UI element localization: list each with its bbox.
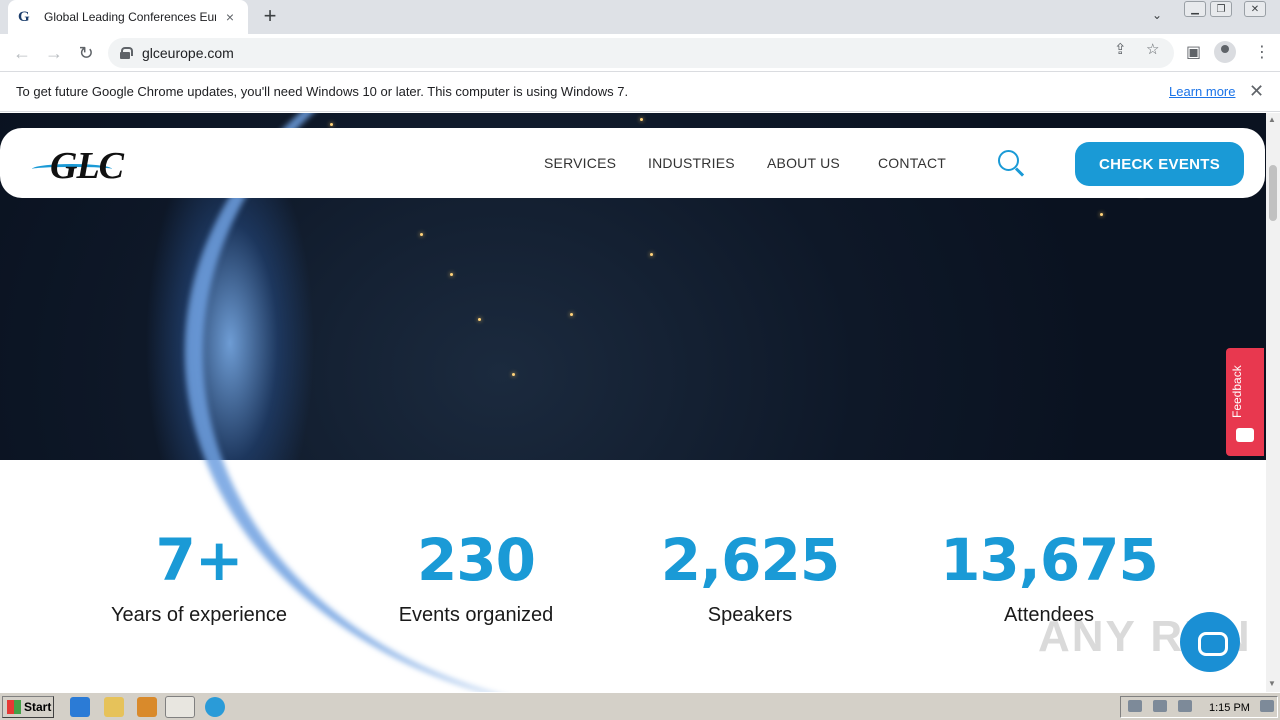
start-label: Start — [24, 700, 52, 714]
start-button[interactable]: Start — [2, 696, 54, 718]
stat-value: 7+ — [155, 526, 244, 594]
feedback-smiley-icon — [1236, 428, 1254, 442]
city-light — [330, 123, 333, 126]
scroll-up-icon[interactable]: ▲ — [1268, 115, 1276, 124]
browser-toolbar: ← → ↻ glceurope.com ⇪ ☆ ▣ ⋮ — [0, 34, 1280, 72]
media-player-icon[interactable] — [137, 697, 157, 717]
nav-contact[interactable]: CONTACT — [878, 155, 946, 171]
stat-label: Events organized — [398, 604, 554, 626]
learn-more-link[interactable]: Learn more — [1169, 84, 1235, 99]
stat-value: 2,625 — [660, 526, 840, 594]
edge-icon[interactable] — [205, 697, 225, 717]
bookmark-star-icon[interactable]: ☆ — [1146, 40, 1159, 58]
check-events-button[interactable]: CHECK EVENTS — [1075, 142, 1244, 186]
infobar-message: To get future Google Chrome updates, you… — [16, 84, 629, 99]
volume-icon[interactable] — [1128, 700, 1142, 712]
city-light — [650, 253, 653, 256]
address-bar[interactable]: glceurope.com — [108, 38, 1174, 68]
restore-button[interactable]: ❐ — [1210, 1, 1232, 17]
scroll-down-icon[interactable]: ▼ — [1268, 679, 1276, 688]
windows-flag-icon — [7, 700, 21, 714]
tab-search-chevron-icon[interactable]: ⌄ — [1152, 8, 1162, 22]
show-desktop-icon[interactable] — [1260, 700, 1274, 712]
browser-tab[interactable]: G Global Leading Conferences Europe × — [8, 0, 248, 34]
forward-arrow-icon[interactable]: → — [41, 40, 67, 66]
back-arrow-icon[interactable]: ← — [9, 40, 35, 66]
chat-bubble-icon[interactable] — [1180, 612, 1240, 672]
site-header: GLC SERVICES INDUSTRIES ABOUT US CONTACT… — [0, 128, 1265, 198]
city-light — [450, 273, 453, 276]
feedback-label: Feedback — [1230, 365, 1244, 418]
city-light — [570, 313, 573, 316]
minimize-button[interactable]: ▁ — [1184, 1, 1206, 17]
city-light — [512, 373, 515, 376]
close-window-button[interactable]: ✕ — [1244, 1, 1266, 17]
page-viewport: GLC SERVICES INDUSTRIES ABOUT US CONTACT… — [0, 113, 1266, 692]
system-tray — [1120, 696, 1278, 718]
network-icon[interactable] — [1153, 700, 1167, 712]
explorer-folder-icon[interactable] — [104, 697, 124, 717]
update-infobar: To get future Google Chrome updates, you… — [0, 72, 1280, 112]
stat-years: 7+ Years of experience — [69, 528, 329, 627]
clock[interactable]: 1:15 PM — [1209, 702, 1250, 714]
city-light — [1100, 213, 1103, 216]
share-icon[interactable]: ⇪ — [1114, 40, 1127, 58]
city-light — [478, 318, 481, 321]
windows-taskbar: Start 1:15 PM — [0, 692, 1280, 720]
url-text[interactable]: glceurope.com — [142, 45, 234, 61]
tab-strip: G Global Leading Conferences Europe × + … — [0, 0, 1280, 34]
stat-value: 230 — [416, 526, 536, 594]
reload-icon[interactable]: ↻ — [73, 40, 99, 66]
nav-services[interactable]: SERVICES — [544, 155, 616, 171]
side-panel-icon[interactable]: ▣ — [1186, 42, 1201, 62]
new-tab-button[interactable]: + — [259, 5, 281, 27]
stat-speakers: 2,625 Speakers — [620, 528, 880, 627]
profile-avatar-icon[interactable] — [1214, 41, 1236, 63]
stat-label: Years of experience — [110, 604, 288, 626]
lock-icon[interactable] — [120, 47, 133, 59]
scroll-thumb[interactable] — [1269, 165, 1277, 221]
site-favicon-icon: G — [18, 9, 30, 25]
city-light — [640, 118, 643, 121]
feedback-tab[interactable]: Feedback — [1226, 348, 1264, 456]
nav-industries[interactable]: INDUSTRIES — [648, 155, 735, 171]
nav-about-us[interactable]: ABOUT US — [767, 155, 840, 171]
stat-events: 230 Events organized — [346, 528, 606, 627]
stat-value: 13,675 — [940, 526, 1159, 594]
logo-text: GLC — [50, 145, 124, 187]
tab-close-icon[interactable]: × — [222, 9, 238, 25]
stat-label: Speakers — [707, 604, 793, 626]
city-light — [420, 233, 423, 236]
menu-kebab-icon[interactable]: ⋮ — [1254, 42, 1270, 62]
action-center-flag-icon[interactable] — [1178, 700, 1192, 712]
search-icon[interactable] — [998, 150, 1026, 178]
glc-logo[interactable]: GLC — [32, 144, 162, 187]
infobar-close-icon[interactable]: ✕ — [1249, 81, 1264, 102]
page-scrollbar[interactable]: ▲ ▼ — [1266, 113, 1280, 692]
tab-title: Global Leading Conferences Europe — [44, 10, 216, 24]
ie-icon[interactable] — [70, 697, 90, 717]
chrome-taskbar-icon[interactable] — [165, 696, 195, 718]
